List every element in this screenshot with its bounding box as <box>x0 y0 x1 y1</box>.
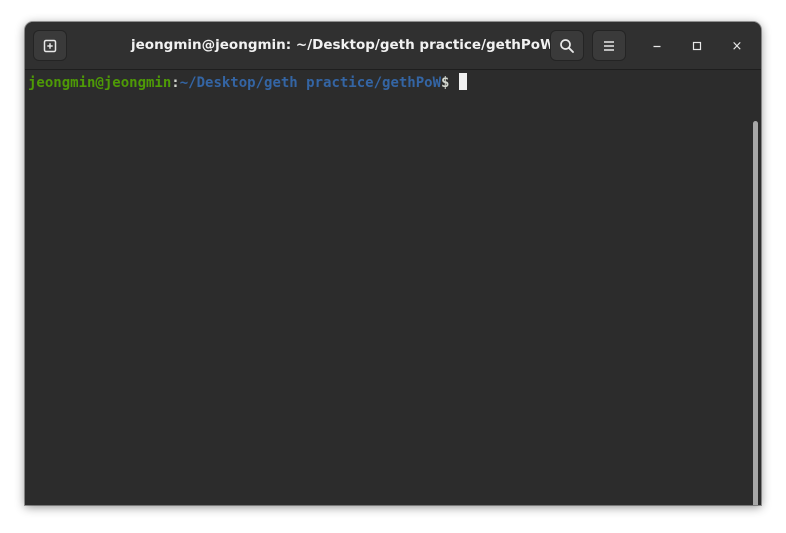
menu-button[interactable] <box>592 30 626 61</box>
prompt-path: ~/Desktop/geth practice/gethPoW <box>179 75 442 91</box>
text-cursor <box>458 73 467 90</box>
hamburger-menu-icon <box>604 40 614 51</box>
prompt-symbol: $ <box>441 75 458 91</box>
maximize-button[interactable] <box>685 34 709 58</box>
prompt-user-host: jeongmin@jeongmin <box>28 75 172 91</box>
close-button[interactable]: × <box>725 34 749 58</box>
window-title: jeongmin@jeongmin: ~/Desktop/geth practi… <box>131 37 555 53</box>
terminal-window: jeongmin@jeongmin: ~/Desktop/geth practi… <box>25 22 761 505</box>
prompt-colon: : <box>171 75 180 91</box>
search-button[interactable] <box>550 30 584 61</box>
scrollbar[interactable] <box>753 121 758 505</box>
prompt-line: jeongmin@jeongmin:~/Desktop/geth practic… <box>28 73 467 93</box>
minimize-icon <box>653 45 661 48</box>
title-bar[interactable]: jeongmin@jeongmin: ~/Desktop/geth practi… <box>25 22 761 70</box>
search-icon <box>560 38 574 53</box>
close-icon: × <box>731 38 743 54</box>
minimize-button[interactable] <box>645 34 669 58</box>
new-tab-icon <box>43 39 57 52</box>
terminal-area[interactable]: jeongmin@jeongmin:~/Desktop/geth practic… <box>25 70 761 505</box>
maximize-icon <box>692 41 702 51</box>
new-tab-button[interactable] <box>33 30 67 61</box>
